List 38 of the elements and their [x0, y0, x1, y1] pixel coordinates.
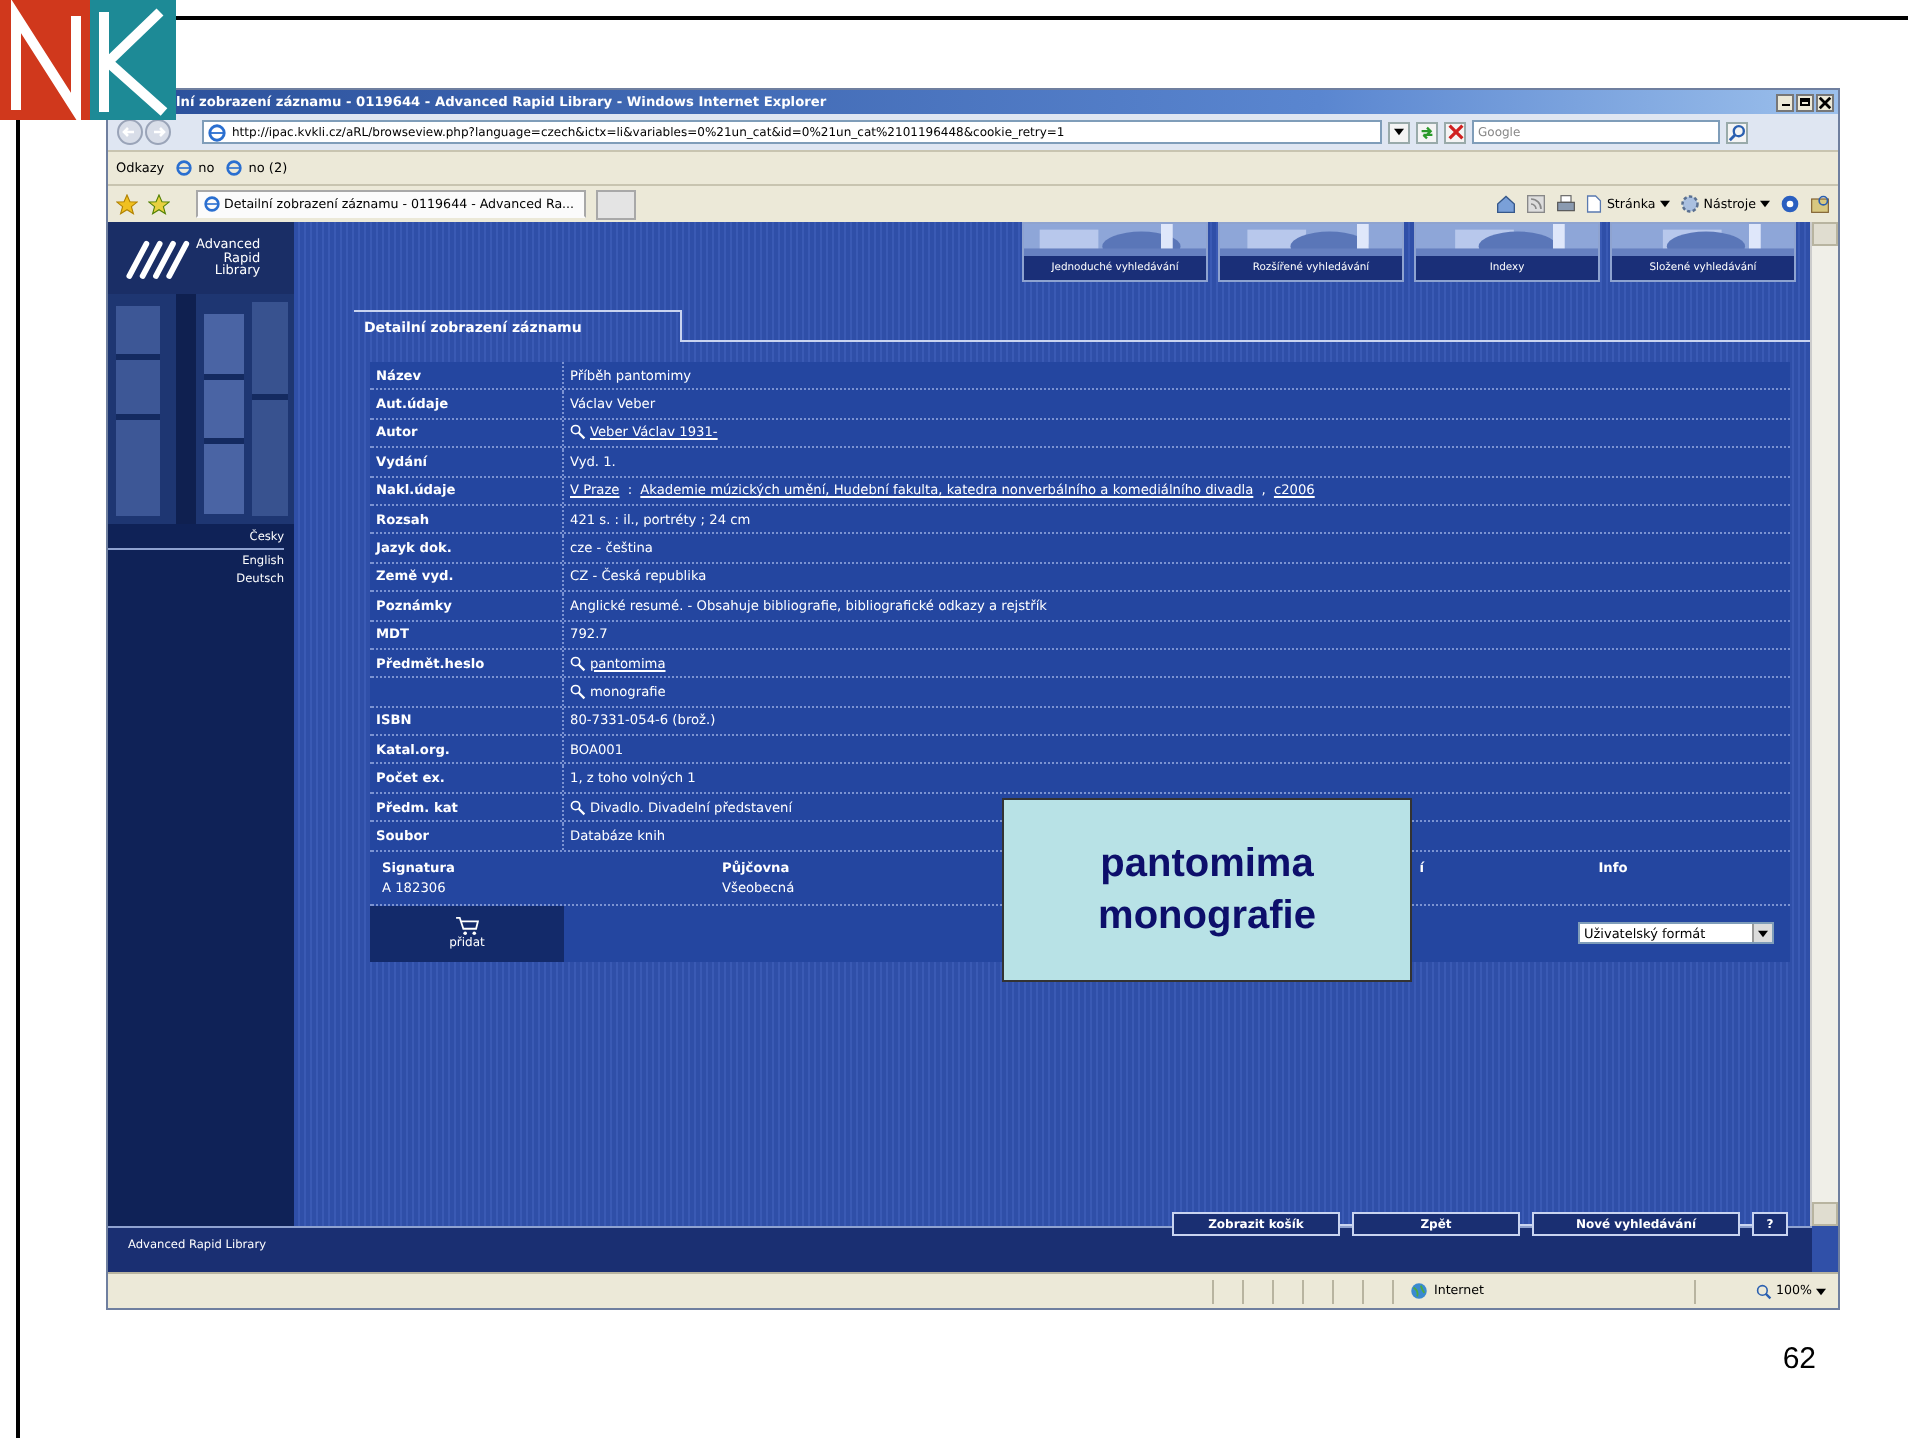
ie-icon: [176, 160, 193, 176]
caret-icon: [1760, 200, 1770, 208]
home-icon[interactable]: [1496, 194, 1517, 214]
search-icon[interactable]: [570, 655, 586, 672]
page-icon: [1586, 194, 1603, 214]
caret-icon: [1394, 128, 1404, 136]
feed-icon[interactable]: [1526, 194, 1547, 214]
zoom-icon: [1755, 1283, 1772, 1299]
caret-icon: [1659, 200, 1670, 208]
refresh-icon: [1418, 123, 1436, 141]
search-icon[interactable]: [570, 799, 586, 816]
ie-icon: [226, 160, 243, 176]
caret-icon: [1816, 1287, 1826, 1295]
add-favorite-icon[interactable]: [148, 193, 170, 215]
scrollbar[interactable]: [1810, 222, 1838, 1226]
print-icon[interactable]: [1556, 194, 1577, 214]
minimize-button[interactable]: [1776, 93, 1794, 111]
research-icon[interactable]: [1810, 194, 1830, 214]
ie-icon: [204, 196, 220, 212]
ie-icon: [208, 123, 226, 141]
search-icon: [1728, 123, 1746, 141]
cart-icon: [454, 916, 480, 937]
close-icon: [1447, 124, 1463, 140]
page-number: 62: [1782, 1342, 1816, 1376]
close-button[interactable]: [1816, 93, 1834, 111]
star-icon[interactable]: [116, 193, 138, 215]
stop-button[interactable]: [1444, 121, 1466, 143]
gear-icon: [1679, 194, 1700, 214]
dropdown-button[interactable]: [1388, 121, 1410, 143]
globe-icon: [1409, 1282, 1428, 1300]
callout-text: monografie: [1098, 892, 1316, 942]
caret-icon: [1758, 929, 1768, 938]
search-icon[interactable]: [570, 424, 586, 441]
maximize-button[interactable]: [1796, 93, 1814, 111]
search-icon[interactable]: [570, 683, 586, 700]
callout-text: pantomima: [1100, 840, 1314, 890]
help-icon[interactable]: [1780, 194, 1800, 214]
search-button[interactable]: [1726, 121, 1748, 143]
